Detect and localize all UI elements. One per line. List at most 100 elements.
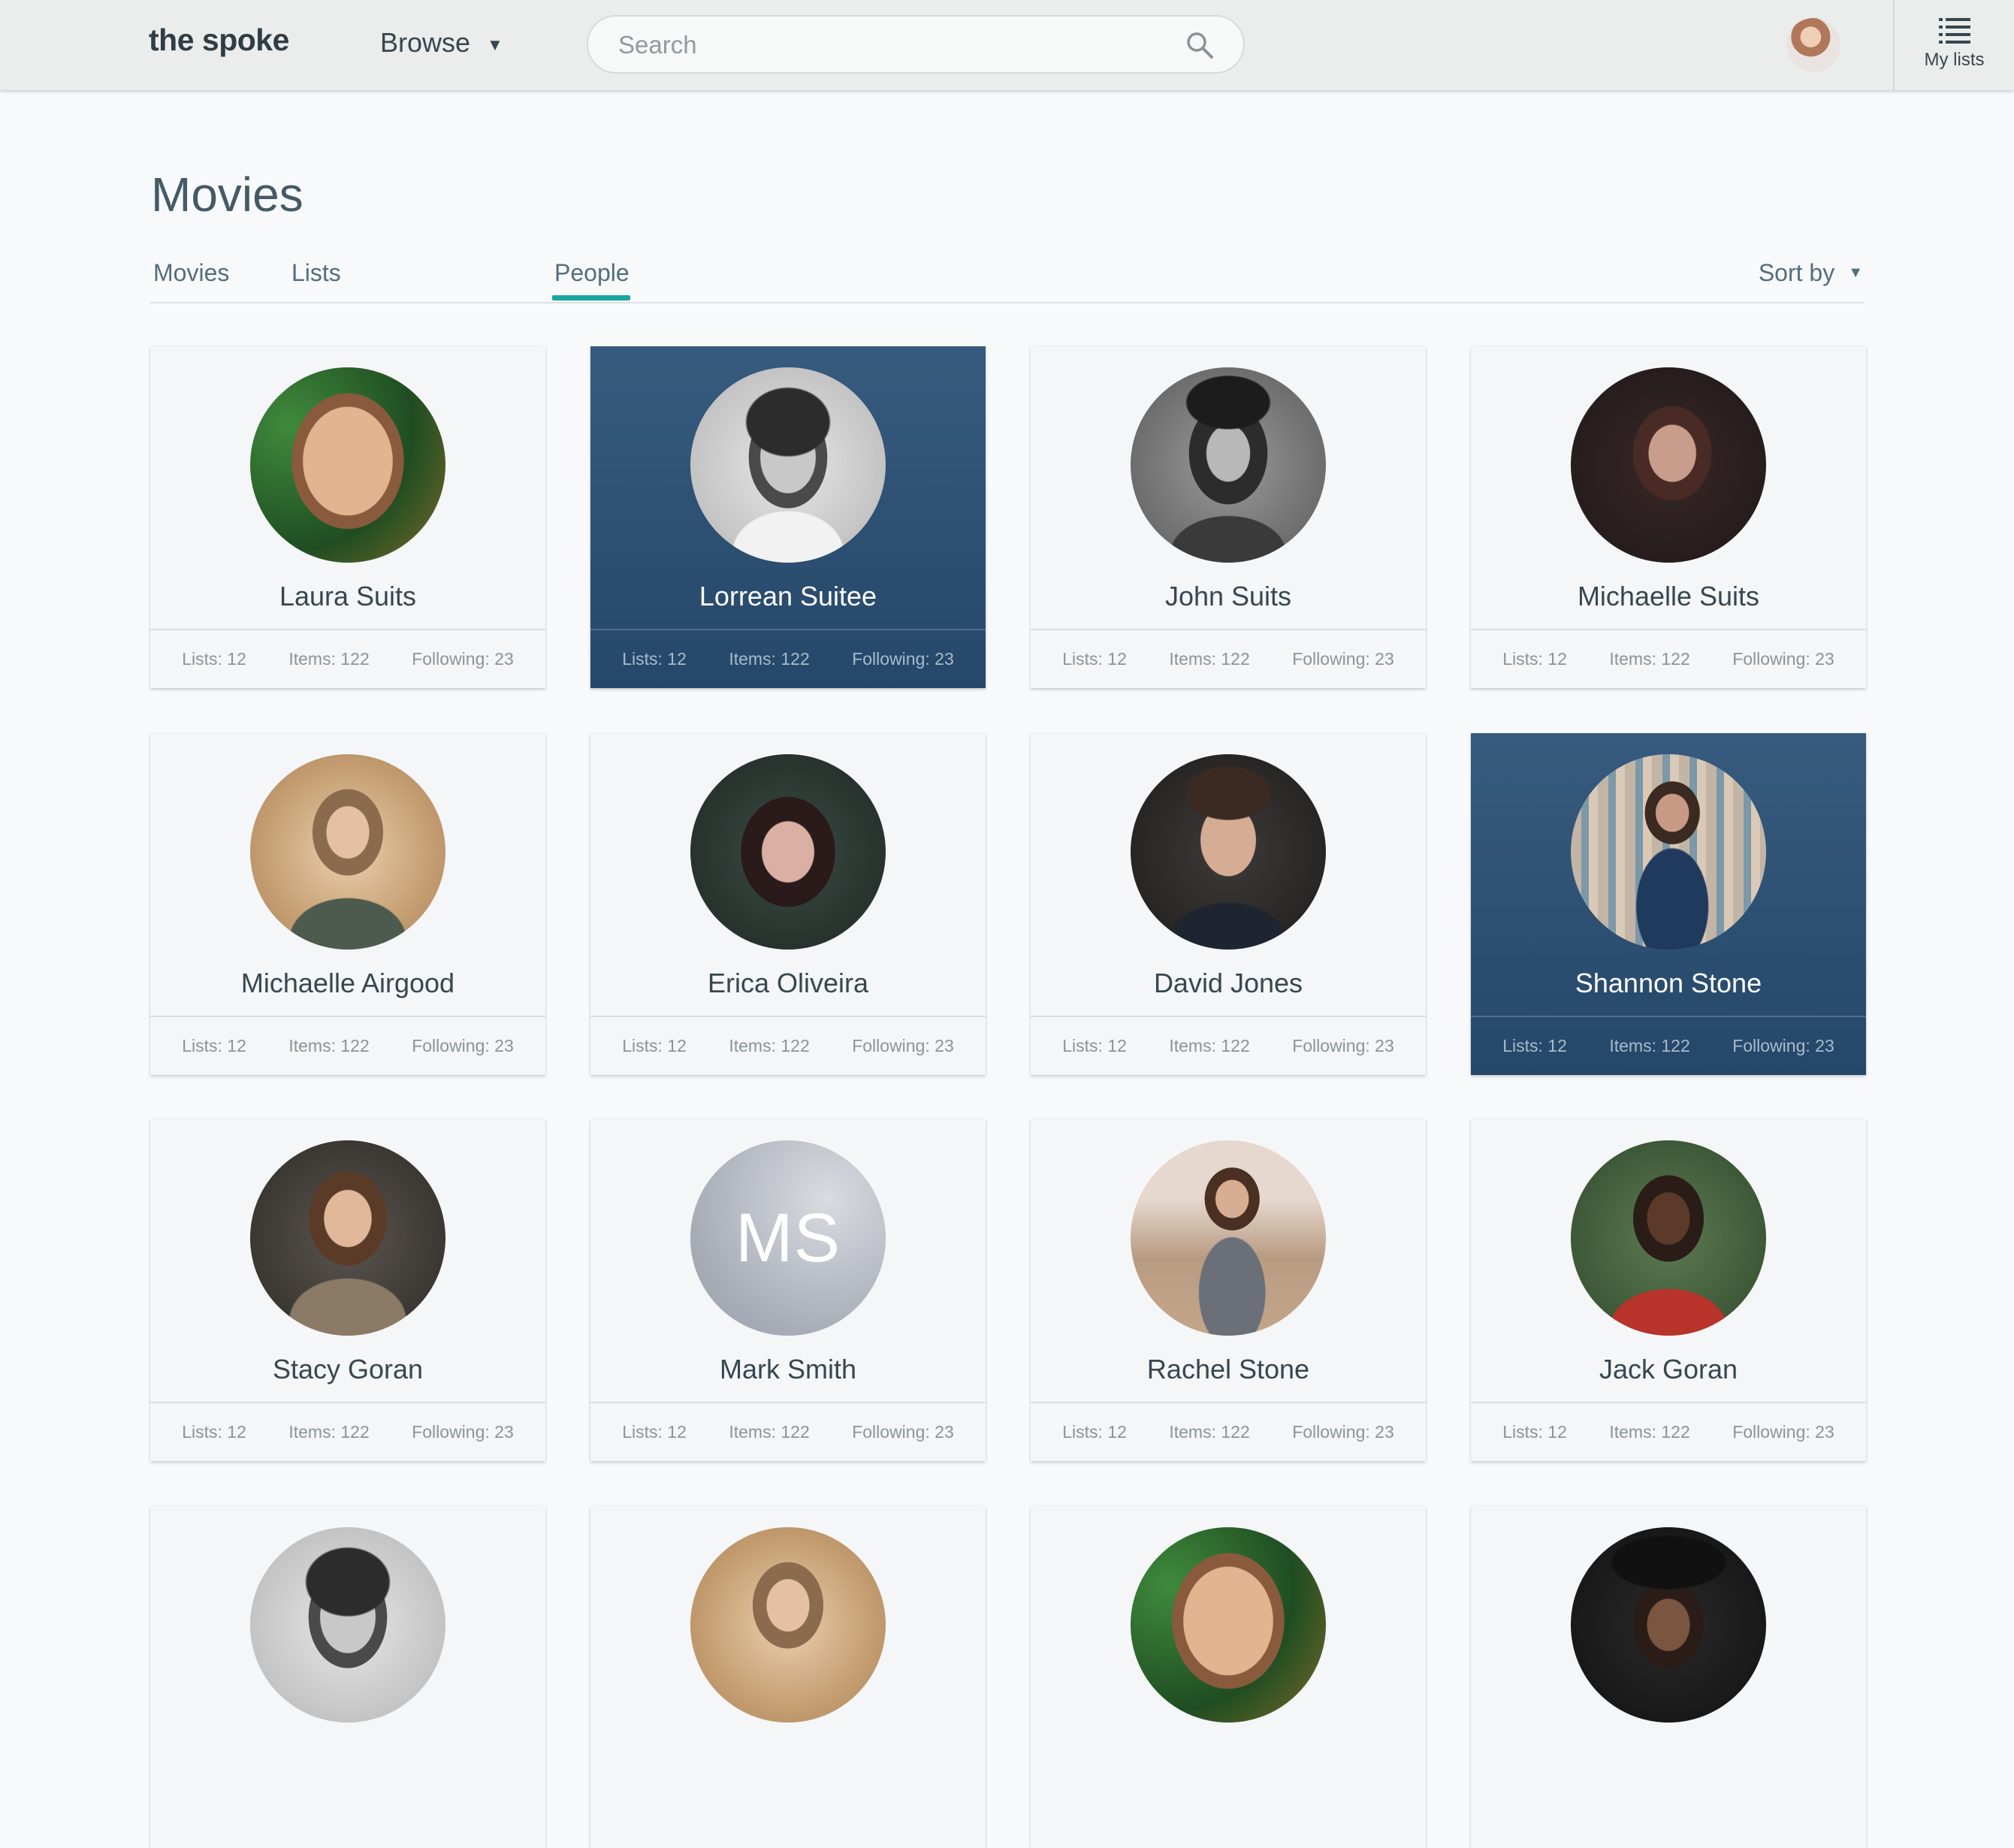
lists-count: Lists: 12 [1502,649,1567,669]
my-lists-button[interactable]: My lists [1893,0,2014,90]
person-card[interactable]: Rachel Stone Lists: 12 Items: 122 Follow… [1031,1119,1426,1461]
person-card[interactable]: Stacy Goran Lists: 12 Items: 122 Followi… [150,1119,545,1461]
person-card[interactable]: Erica Oliveira Lists: 12 Items: 122 Foll… [590,733,986,1075]
caret-down-icon: ▼ [1848,264,1863,281]
lists-count: Lists: 12 [182,649,246,669]
list-icon [1939,18,1970,44]
person-name: Laura Suits [279,581,417,611]
items-count: Items: 122 [729,1422,810,1442]
person-card[interactable]: Lorrean Suitee Lists: 12 Items: 122 Foll… [590,346,986,688]
person-card[interactable]: John Suits Lists: 12 Items: 122 Followin… [1031,346,1426,688]
following-count: Following: 23 [412,1422,514,1442]
person-photo [690,1527,886,1723]
person-stats: Lists: 12 Items: 122 Following: 23 [1031,1016,1426,1075]
person-photo [1571,754,1766,950]
person-stats: Lists: 12 Items: 122 Following: 23 [1471,629,1866,688]
lists-count: Lists: 12 [1062,649,1127,669]
user-avatar[interactable] [1786,18,1840,72]
person-card[interactable]: MS Mark Smith Lists: 12 Items: 122 Follo… [590,1119,986,1461]
lists-count: Lists: 12 [1062,1422,1127,1442]
lists-count: Lists: 12 [1502,1036,1567,1055]
person-name: Michaelle Suits [1577,581,1760,611]
app-logo[interactable]: the spoke [149,23,289,58]
following-count: Following: 23 [1732,1036,1834,1055]
person-name: David Jones [1153,968,1303,998]
items-count: Items: 122 [1169,1036,1250,1055]
lists-count: Lists: 12 [1062,1036,1127,1055]
items-count: Items: 122 [288,1036,370,1055]
person-photo [1571,1140,1766,1336]
person-stats: Lists: 12 Items: 122 Following: 23 [1031,1402,1426,1461]
following-count: Following: 23 [1732,649,1834,669]
lists-count: Lists: 12 [622,649,687,669]
person-photo [1131,754,1326,950]
items-count: Items: 122 [288,1422,370,1442]
person-photo [250,1140,445,1336]
tab-people[interactable]: People [554,259,630,287]
person-photo [690,754,886,950]
active-tab-indicator [552,295,630,300]
person-card[interactable]: Shannon Stone Lists: 12 Items: 122 Follo… [1471,733,1866,1075]
person-photo [1131,1527,1326,1723]
following-count: Following: 23 [412,1036,514,1055]
following-count: Following: 23 [852,1422,954,1442]
search-input[interactable] [617,17,1176,74]
following-count: Following: 23 [852,1036,954,1055]
lists-count: Lists: 12 [622,1036,687,1055]
items-count: Items: 122 [729,1036,810,1055]
following-count: Following: 23 [1292,1036,1394,1055]
person-stats: Lists: 12 Items: 122 Following: 23 [590,629,986,688]
following-count: Following: 23 [1292,1422,1394,1442]
person-name: Shannon Stone [1575,968,1762,998]
person-card[interactable]: Jack Goran Lists: 12 Items: 122 Followin… [1471,1119,1866,1461]
items-count: Items: 122 [288,649,370,669]
person-stats: Lists: 12 Items: 122 Following: 23 [150,1402,545,1461]
person-photo: MS [690,1140,886,1336]
person-card[interactable]: Michaelle Airgood Lists: 12 Items: 122 F… [150,733,545,1075]
person-stats: Lists: 12 Items: 122 Following: 23 [1471,1016,1866,1075]
person-photo [250,1527,445,1723]
tab-lists[interactable]: Lists [291,259,341,287]
top-navbar: the spoke Browse ▼ My lists [0,0,2014,90]
person-photo [1571,1527,1766,1723]
person-photo [1571,367,1766,563]
person-stats: Lists: 12 Items: 122 Following: 23 [150,1016,545,1075]
following-count: Following: 23 [412,649,514,669]
tab-movies[interactable]: Movies [153,259,229,287]
tab-bar: Movies Lists People Sort by ▼ [150,255,1865,303]
person-name: Michaelle Airgood [240,968,455,998]
person-photo [250,367,445,563]
person-name: Erica Oliveira [707,968,869,998]
person-name: Jack Goran [1599,1354,1738,1384]
person-stats: Lists: 12 Items: 122 Following: 23 [1031,629,1426,688]
items-count: Items: 122 [1609,649,1690,669]
person-photo [1131,1140,1326,1336]
person-card[interactable]: Laura Suits Lists: 12 Items: 122 Followi… [150,346,545,688]
lists-count: Lists: 12 [622,1422,687,1442]
lists-count: Lists: 12 [182,1422,246,1442]
browse-label: Browse [380,27,471,58]
person-name: Lorrean Suitee [699,581,877,611]
sort-by-label: Sort by [1758,259,1835,286]
search-icon[interactable] [1185,30,1215,60]
items-count: Items: 122 [1609,1036,1690,1055]
browse-menu[interactable]: Browse ▼ [380,27,503,59]
person-card[interactable] [1031,1506,1426,1848]
search-bar[interactable] [587,15,1245,74]
lists-count: Lists: 12 [1502,1422,1567,1442]
sort-by-dropdown[interactable]: Sort by ▼ [1759,259,1863,287]
following-count: Following: 23 [1732,1422,1834,1442]
person-stats: Lists: 12 Items: 122 Following: 23 [590,1402,986,1461]
person-name: Mark Smith [719,1354,857,1384]
person-card[interactable] [150,1506,545,1848]
person-stats: Lists: 12 Items: 122 Following: 23 [150,629,545,688]
person-card[interactable] [590,1506,986,1848]
following-count: Following: 23 [852,649,954,669]
person-stats: Lists: 12 Items: 122 Following: 23 [1471,1402,1866,1461]
person-card[interactable] [1471,1506,1866,1848]
person-name: John Suits [1164,581,1292,611]
person-name: Stacy Goran [272,1354,424,1384]
person-card[interactable]: Michaelle Suits Lists: 12 Items: 122 Fol… [1471,346,1866,688]
person-name: Rachel Stone [1146,1354,1310,1384]
person-card[interactable]: David Jones Lists: 12 Items: 122 Followi… [1031,733,1426,1075]
